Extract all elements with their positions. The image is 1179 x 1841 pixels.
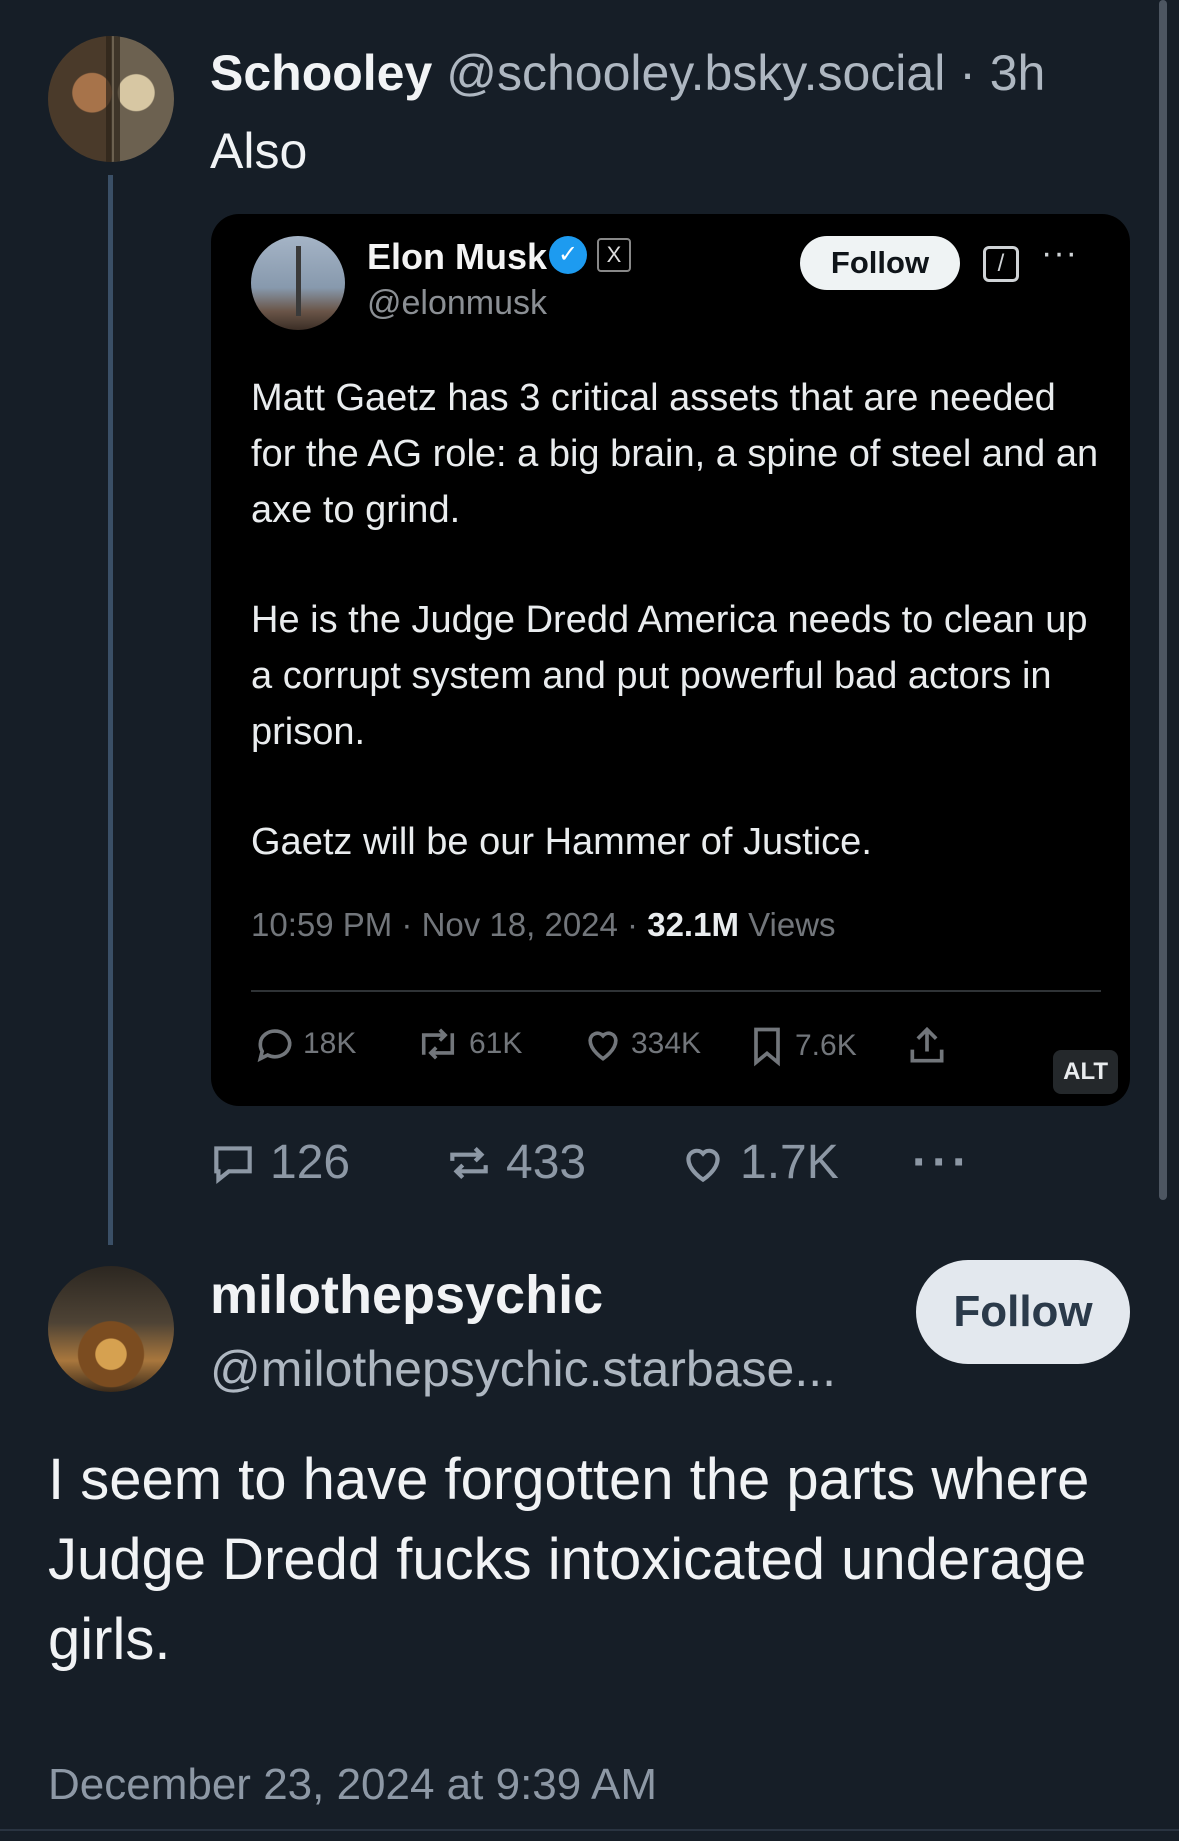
x-logo-icon: X [597, 238, 631, 272]
verified-icon: ✓ [549, 236, 587, 274]
reply-post-date: December 23, 2024 at 9:39 AM [48, 1760, 658, 1809]
reply-icon [257, 1029, 292, 1063]
parent-action-bar: 126 433 1.7K ··· [208, 1135, 1008, 1195]
embedded-paragraph: He is the Judge Dredd America needs to c… [251, 599, 1088, 753]
alt-text-badge[interactable]: ALT [1053, 1050, 1118, 1094]
reply-icon [214, 1145, 252, 1184]
embedded-more-icon: ··· [1041, 234, 1078, 272]
share-icon [910, 1026, 944, 1063]
embedded-tweet-body: Matt Gaetz has 3 critical assets that ar… [251, 370, 1101, 924]
embedded-timestamp: 10:59 PM · Nov 18, 2024 · [251, 906, 648, 943]
embedded-like-count: 334K [581, 1022, 701, 1066]
reply-post-text: I seem to have forgotten the parts where… [48, 1447, 1090, 1672]
embedded-action-bar: 18K 61K 334K 7.6K [211, 1022, 1130, 1082]
follow-button[interactable]: Follow [916, 1260, 1130, 1364]
embedded-bookmark-count: 7.6K [745, 1022, 857, 1070]
parent-author-handle[interactable]: @schooley.bsky.social [446, 45, 945, 101]
repost-count: 433 [506, 1136, 587, 1189]
embedded-paragraph: Matt Gaetz has 3 critical assets that ar… [251, 377, 1099, 531]
like-button[interactable]: 1.7K [678, 1135, 839, 1190]
embedded-avatar [251, 236, 345, 330]
embedded-paragraph: Gaetz will be our Hammer of Justice. [251, 821, 872, 863]
thread-line [108, 175, 113, 1245]
milothepsychic-avatar[interactable] [48, 1266, 174, 1392]
embedded-author-handle: @elonmusk [367, 284, 548, 322]
heart-icon [588, 1031, 618, 1061]
embedded-share [905, 1022, 955, 1070]
repost-button[interactable]: 433 [444, 1135, 586, 1190]
post-thread-view: Schooley @schooley.bsky.social · 3h Also… [0, 0, 1179, 1841]
schooley-avatar[interactable] [48, 36, 174, 162]
embedded-repost-count: 61K [413, 1022, 522, 1066]
like-count: 1.7K [740, 1136, 839, 1189]
divider [251, 990, 1101, 992]
embedded-reply-count: 18K [253, 1022, 356, 1066]
embedded-views-label: Views [738, 906, 836, 943]
embedded-image[interactable]: Elon Musk ✓ X @elonmusk Follow / ··· Mat… [211, 214, 1130, 1106]
time-separator: · [945, 45, 990, 101]
embedded-meta: 10:59 PM · Nov 18, 2024 · 32.1M Views [251, 906, 836, 944]
repost-icon [450, 1146, 488, 1179]
bookmark-icon [754, 1027, 780, 1067]
scrollbar[interactable] [1159, 0, 1167, 1200]
divider [0, 1829, 1179, 1831]
parent-post-text: Also [210, 123, 308, 179]
reply-author-handle[interactable]: @milothepsychic.starbase... [210, 1340, 836, 1398]
heart-icon [686, 1148, 720, 1182]
reply-author-name[interactable]: milothepsychic [210, 1264, 603, 1326]
grok-icon: / [983, 246, 1019, 282]
embedded-views-count: 32.1M [647, 906, 739, 943]
embedded-author-name: Elon Musk [367, 236, 548, 277]
reply-count: 126 [270, 1136, 351, 1189]
embedded-follow-button: Follow [800, 236, 960, 290]
parent-post-time[interactable]: 3h [990, 45, 1046, 101]
reply-button[interactable]: 126 [208, 1135, 350, 1190]
parent-author-name[interactable]: Schooley [210, 45, 432, 101]
repost-icon [421, 1028, 455, 1060]
more-options-icon[interactable]: ··· [912, 1135, 972, 1190]
parent-post-header: Schooley @schooley.bsky.social · 3h [210, 44, 1045, 102]
